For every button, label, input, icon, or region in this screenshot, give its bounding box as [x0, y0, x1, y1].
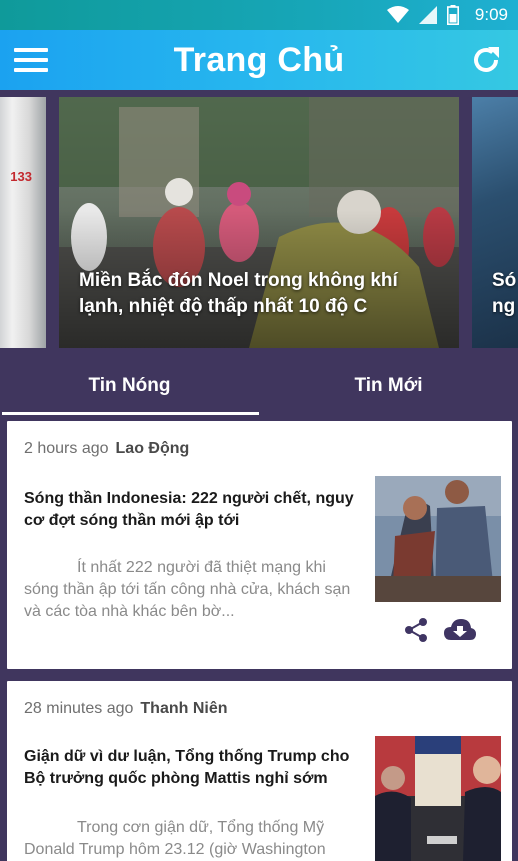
article-thumbnail[interactable]	[375, 476, 501, 602]
article-title[interactable]: Sóng thần Indonesia: 222 người chết, ngu…	[24, 488, 369, 532]
tab-label: Tin Nóng	[88, 375, 171, 396]
tab-label: Tin Mới	[354, 375, 423, 396]
article-time: 28 minutes ago	[24, 700, 134, 717]
tab-tin-moi[interactable]: Tin Mới	[259, 355, 518, 417]
article-source: Thanh Niên	[140, 700, 228, 717]
article-description: Trong cơn giận dữ, Tổng thống Mỹ Donald …	[24, 819, 326, 858]
hamburger-menu-icon[interactable]	[14, 48, 48, 72]
article-card[interactable]: 28 minutes ago Thanh Niên Giận dữ vì dư …	[7, 681, 512, 861]
carousel-slide-current[interactable]: Miền Bắc đón Noel trong không khí lạnh, …	[59, 97, 459, 348]
carousel-slide-next[interactable]: Só ng	[472, 97, 518, 348]
status-bar: 9:09	[0, 0, 518, 30]
status-time: 9:09	[474, 5, 508, 24]
carousel-caption: Miền Bắc đón Noel trong không khí lạnh, …	[79, 270, 398, 317]
slide-partial-text: 133	[10, 169, 32, 184]
app-bar: Trang Chủ	[0, 30, 518, 90]
article-time: 2 hours ago	[24, 440, 109, 457]
article-description: Ít nhất 222 người đã thiệt mạng khi sóng…	[24, 559, 351, 620]
wifi-icon	[386, 6, 409, 23]
signal-icon	[418, 6, 437, 24]
article-meta: 2 hours ago Lao Động	[24, 440, 189, 458]
refresh-icon[interactable]	[470, 44, 502, 76]
article-meta: 28 minutes ago Thanh Niên	[24, 700, 228, 718]
cloud-download-icon[interactable]	[443, 617, 477, 643]
page-title: Trang Chủ	[173, 40, 345, 79]
article-card[interactable]: 2 hours ago Lao Động Sóng thần Indonesia…	[7, 421, 512, 669]
share-icon[interactable]	[403, 617, 429, 643]
article-source: Lao Động	[115, 440, 190, 457]
battery-icon	[446, 5, 459, 25]
article-title[interactable]: Giận dữ vì dư luận, Tổng thống Trump cho…	[24, 746, 369, 790]
carousel-slide-previous[interactable]: 133	[0, 97, 46, 348]
news-carousel[interactable]: 133 Miền Bắc đón Noel trong không khí lạ…	[0, 90, 518, 355]
tab-bar: Tin Nóng Tin Mới	[0, 355, 518, 417]
tab-tin-nong[interactable]: Tin Nóng	[0, 355, 259, 417]
article-thumbnail[interactable]	[375, 736, 501, 861]
carousel-next-caption: Só ng	[492, 270, 517, 317]
